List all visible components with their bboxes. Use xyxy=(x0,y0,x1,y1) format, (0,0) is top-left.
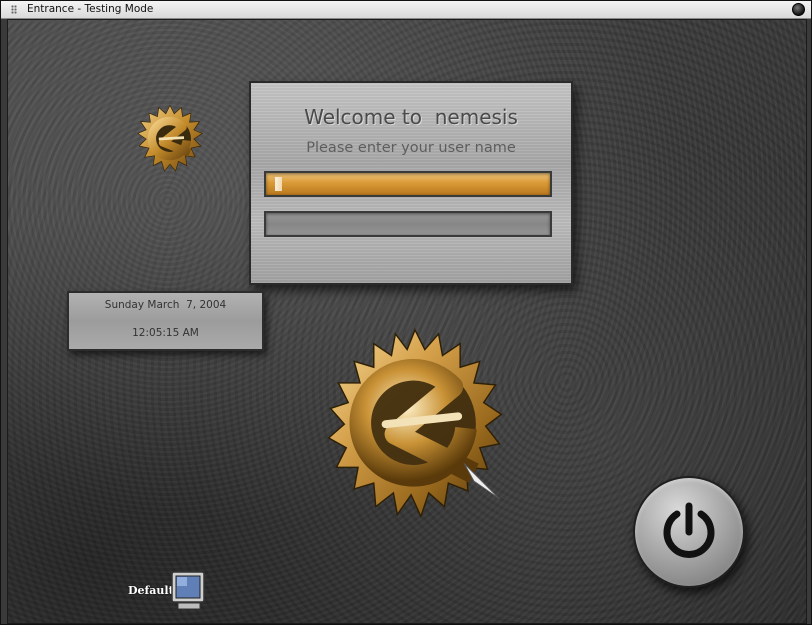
power-button[interactable] xyxy=(633,476,745,588)
session-label: Default xyxy=(128,584,174,597)
window-title: Entrance - Testing Mode xyxy=(27,3,154,15)
small-e-logo-icon xyxy=(137,104,203,172)
entrance-window: Entrance - Testing Mode Welcome to nemes… xyxy=(0,0,812,625)
welcome-heading: Welcome to nemesis xyxy=(304,105,518,129)
power-icon xyxy=(663,502,715,558)
monitor-icon[interactable] xyxy=(170,570,206,612)
session-selector[interactable]: Default xyxy=(126,568,206,616)
large-e-logo-icon xyxy=(327,328,503,519)
current-date: Sunday March 7, 2004 xyxy=(104,299,227,311)
username-prompt: Please enter your user name xyxy=(306,140,516,156)
username-input[interactable] xyxy=(264,171,552,197)
text-cursor xyxy=(275,177,282,191)
current-time: 12:05:15 AM xyxy=(132,327,199,339)
title-bar[interactable]: Entrance - Testing Mode xyxy=(1,1,811,19)
login-dialog: Welcome to nemesis Please enter your use… xyxy=(249,81,573,285)
date-time-panel: Sunday March 7, 2004 12:05:15 AM xyxy=(67,291,264,351)
grip-icon[interactable] xyxy=(11,5,17,14)
password-input[interactable] xyxy=(264,211,552,237)
close-icon[interactable] xyxy=(792,3,805,16)
login-stage: Welcome to nemesis Please enter your use… xyxy=(7,19,807,624)
